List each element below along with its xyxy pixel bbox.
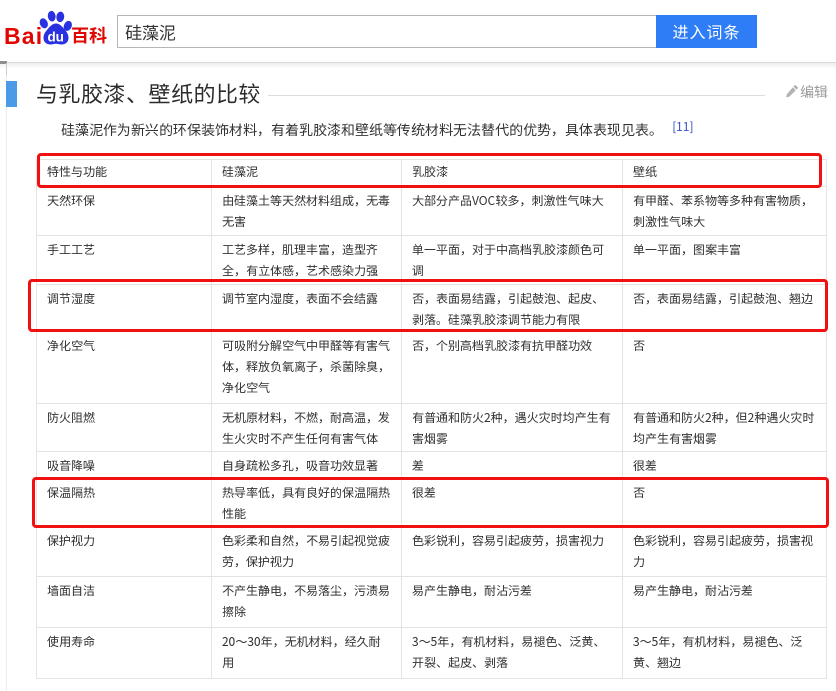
svg-text:du: du xyxy=(47,29,64,44)
